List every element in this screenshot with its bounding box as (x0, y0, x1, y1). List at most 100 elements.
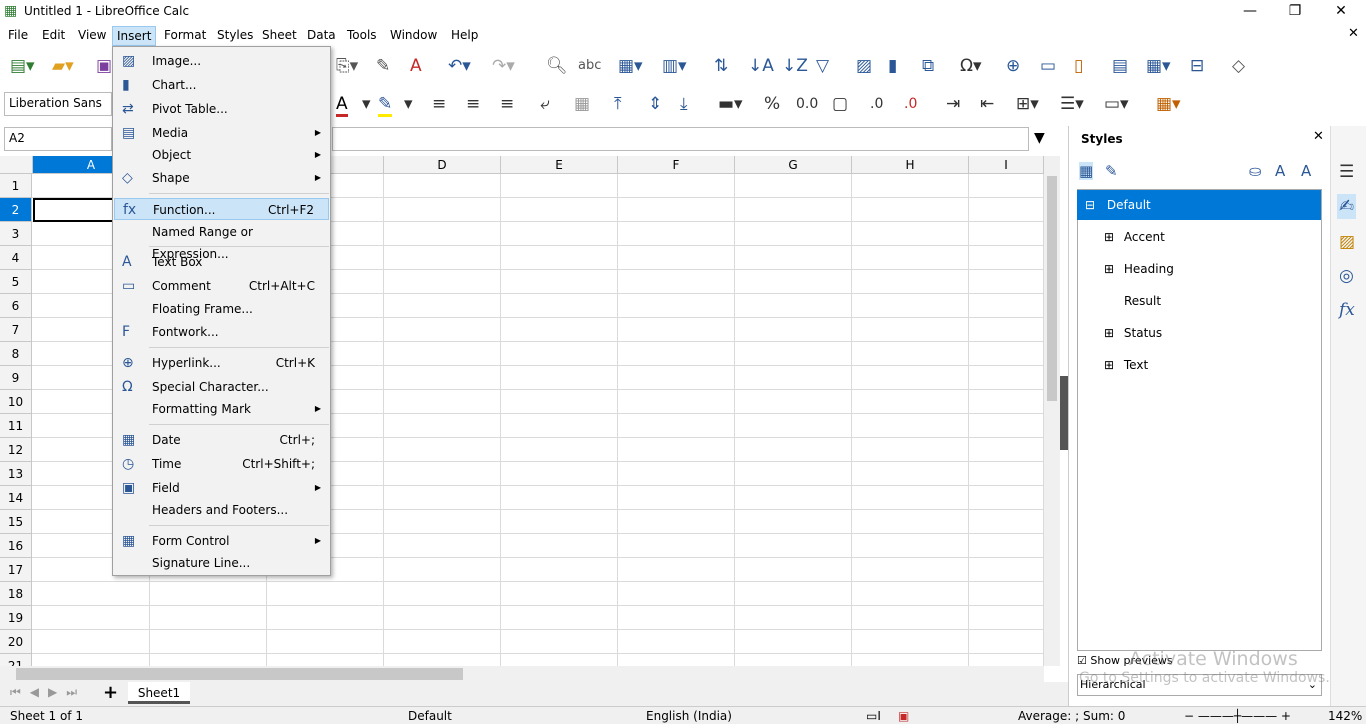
menu-item-fontwork[interactable]: F Fontwork... (114, 321, 329, 343)
pivot-table-icon[interactable]: ⧉ (922, 56, 934, 76)
style-item-default[interactable]: ⊟ Default (1077, 190, 1321, 220)
freeze-rows-columns-icon[interactable]: ▦▾ (1146, 56, 1171, 76)
number-format-icon[interactable]: 0.0 (796, 94, 818, 114)
menu-data[interactable]: Data (303, 26, 340, 46)
formula-input[interactable] (332, 127, 1029, 151)
close-document-button[interactable]: ✕ (1348, 26, 1359, 41)
align-bottom-icon[interactable]: ⤓ (680, 94, 688, 114)
open-folder-icon[interactable]: ▰▾ (52, 56, 74, 76)
menu-format[interactable]: Format (160, 26, 210, 46)
menu-item-comment[interactable]: ▭ Comment Ctrl+Alt+C (114, 275, 329, 297)
row-header[interactable]: 18 (0, 582, 32, 606)
merge-cells-icon[interactable]: ▦ (574, 94, 590, 114)
menu-help[interactable]: Help (447, 26, 482, 46)
menu-item-signature-line[interactable]: Signature Line... (114, 552, 329, 574)
row-header[interactable]: 3 (0, 222, 32, 246)
row-header[interactable]: 14 (0, 486, 32, 510)
paste-icon[interactable]: ⎘▾ (336, 56, 358, 76)
spellcheck-icon[interactable]: abc (578, 56, 601, 76)
center-vertically-icon[interactable]: ⇕ (648, 94, 662, 114)
row-header[interactable]: 17 (0, 558, 32, 582)
menu-item-time[interactable]: ◷ Time Ctrl+Shift+; (114, 453, 329, 475)
redo-icon[interactable]: ↷▾ (492, 56, 515, 76)
update-style-icon[interactable]: A (1301, 162, 1311, 180)
menu-item-floating-frame[interactable]: Floating Frame... (114, 298, 329, 320)
menu-item-formatting-mark[interactable]: Formatting Mark ▶ (114, 398, 329, 420)
column-header[interactable]: D (384, 156, 501, 174)
menu-item-shape[interactable]: ◇ Shape ▶ (114, 167, 329, 189)
row-header[interactable]: 4 (0, 246, 32, 270)
row-header[interactable]: 1 (0, 174, 32, 198)
style-item-text[interactable]: ⊞ Text (1076, 350, 1320, 380)
row-header[interactable]: 6 (0, 294, 32, 318)
conditional-format-icon[interactable]: ▦▾ (1156, 94, 1181, 114)
save-icon[interactable]: ▣ (96, 56, 112, 76)
styles-icon[interactable]: ✍ (1337, 194, 1357, 219)
hyperlink-icon[interactable]: ⊕ (1006, 56, 1020, 76)
row-header[interactable]: 13 (0, 462, 32, 486)
functions-icon[interactable]: fx (1339, 300, 1355, 320)
row-header[interactable]: 8 (0, 342, 32, 366)
name-box[interactable]: A2 (4, 127, 112, 151)
row-header[interactable]: 7 (0, 318, 32, 342)
close-window-button[interactable]: ✕ (1318, 0, 1364, 24)
row-header[interactable]: 2 (0, 198, 32, 222)
menu-item-named-range-or-expression[interactable]: Named Range or Expression... (114, 221, 329, 261)
menu-item-field[interactable]: ▣ Field ▶ (114, 477, 329, 499)
column-header[interactable]: H (852, 156, 969, 174)
zoom-level[interactable]: 142% (1328, 709, 1362, 723)
menu-item-headers-and-footers[interactable]: Headers and Footers... (114, 499, 329, 521)
row-header[interactable]: 19 (0, 606, 32, 630)
wrap-text-icon[interactable]: ⤶ (540, 94, 550, 114)
style-item-status[interactable]: ⊞ Status (1076, 318, 1320, 348)
row-header[interactable]: 12 (0, 438, 32, 462)
clear-formatting-icon[interactable]: A (410, 56, 422, 76)
align-center-icon[interactable]: ≡ (466, 94, 480, 114)
percent-format-icon[interactable]: % (764, 94, 780, 114)
find-replace-icon[interactable]: 🔍︎ (546, 56, 568, 76)
insert-image-icon[interactable]: ▨ (856, 56, 872, 76)
cell-styles-icon[interactable]: ▦ (1079, 162, 1094, 180)
page-styles-icon[interactable]: ✎ (1105, 162, 1118, 180)
select-all-corner[interactable] (0, 156, 33, 174)
column-icon[interactable]: ▥▾ (662, 56, 687, 76)
date-format-icon[interactable]: ▢ (832, 94, 848, 114)
delete-decimal-icon[interactable]: .0 (904, 94, 917, 114)
row-header[interactable]: 5 (0, 270, 32, 294)
highlight-dropdown[interactable]: ▾ (404, 94, 413, 114)
row-header[interactable]: 16 (0, 534, 32, 558)
menu-item-pivot-table[interactable]: ⇄ Pivot Table... (114, 98, 329, 120)
highlight-color-icon[interactable]: ✎ (378, 94, 393, 117)
properties-icon[interactable]: ☰ (1339, 162, 1354, 182)
row-header[interactable]: 21 (0, 654, 32, 666)
gallery-icon[interactable]: ▨ (1339, 232, 1355, 252)
row-icon[interactable]: ▦▾ (618, 56, 643, 76)
menu-tools[interactable]: Tools (343, 26, 381, 46)
menu-item-date[interactable]: ▦ Date Ctrl+; (114, 429, 329, 451)
font-color-icon[interactable]: A (336, 94, 348, 117)
show-draw-functions-icon[interactable]: ◇ (1232, 56, 1245, 76)
sort-icon[interactable]: ⇅ (714, 56, 728, 76)
horizontal-scrollbar[interactable] (0, 666, 1044, 682)
vertical-scrollbar[interactable] (1044, 156, 1060, 666)
menu-file[interactable]: File (4, 26, 32, 46)
menu-edit[interactable]: Edit (38, 26, 69, 46)
row-header[interactable]: 9 (0, 366, 32, 390)
row-header[interactable]: 10 (0, 390, 32, 414)
sheet-tab-sheet1[interactable]: Sheet1 (128, 682, 190, 704)
zoom-slider[interactable]: − ———┼——— + (1184, 709, 1314, 723)
expand-formula-bar-icon[interactable]: ▼ (1034, 130, 1045, 146)
menu-sheet[interactable]: Sheet (258, 26, 301, 46)
navigator-icon[interactable]: ◎ (1339, 266, 1354, 286)
increase-indent-icon[interactable]: ⇥ (946, 94, 960, 114)
new-spreadsheet-icon[interactable]: ▤▾ (10, 56, 35, 76)
menu-item-chart[interactable]: ▮ Chart... (114, 74, 329, 96)
menu-view[interactable]: View (74, 26, 110, 46)
align-right-icon[interactable]: ≡ (500, 94, 514, 114)
new-style-icon[interactable]: A (1275, 162, 1285, 180)
split-window-icon[interactable]: ⊟ (1190, 56, 1204, 76)
menu-insert[interactable]: Insert (112, 26, 157, 46)
row-header[interactable]: 20 (0, 630, 32, 654)
row-header[interactable]: 11 (0, 414, 32, 438)
special-character-icon[interactable]: Ω▾ (960, 56, 982, 76)
